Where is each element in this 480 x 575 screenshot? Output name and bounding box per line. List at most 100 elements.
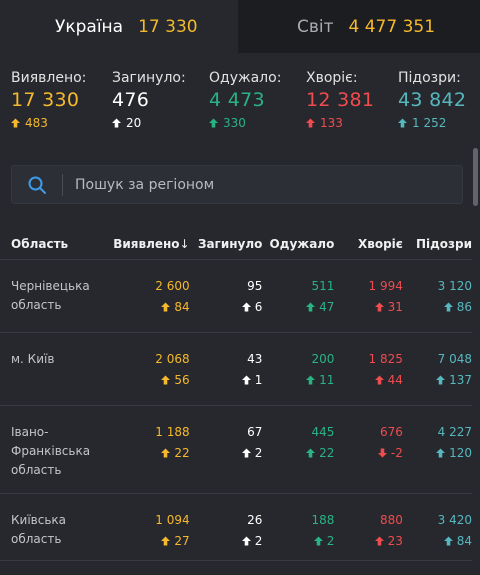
cell-suspected-delta-value: 86 xyxy=(456,300,472,314)
cell-died-value: 43 xyxy=(247,352,263,366)
cell-suspected-value: 7 048 xyxy=(437,352,472,366)
cell-recovered-delta: 11 xyxy=(262,372,334,388)
table-row[interactable]: Чернівецька область 2 600 84 95 6 511 47 1 994 3… xyxy=(0,260,472,333)
cell-died-delta-value: 1 xyxy=(254,373,263,387)
cell-suspected: 7 048 137 xyxy=(403,333,472,406)
arrow-up-icon xyxy=(209,118,218,128)
header-detected[interactable]: Виявлено↓ xyxy=(104,228,189,260)
cell-detected-delta-value: 84 xyxy=(174,300,190,314)
cell-suspected-delta: 84 xyxy=(403,533,472,549)
stat-suspected: Підозри: 43 842 1 252 xyxy=(398,70,473,149)
arrow-up-icon xyxy=(241,448,251,458)
header-died[interactable]: Загинуло xyxy=(190,228,262,260)
cell-sick-delta: -2 xyxy=(334,445,403,461)
arrow-up-icon xyxy=(443,302,453,312)
cell-recovered-value: 200 xyxy=(311,352,335,366)
cell-sick-value: 1 994 xyxy=(368,279,403,293)
cell-recovered-value: 445 xyxy=(311,425,335,439)
cell-recovered: 200 11 xyxy=(262,333,334,406)
cell-died-delta-value: 2 xyxy=(254,534,263,548)
cell-suspected-delta: 120 xyxy=(403,445,472,461)
arrow-up-icon xyxy=(436,448,446,458)
cell-suspected-delta-value: 84 xyxy=(456,534,472,548)
cell-recovered: 511 47 xyxy=(262,260,334,333)
cell-suspected-delta: 86 xyxy=(403,299,472,315)
stat-died-delta-value: 20 xyxy=(126,116,142,130)
stat-detected-delta-value: 483 xyxy=(25,116,48,130)
cell-recovered-value: 188 xyxy=(311,513,335,527)
arrow-up-icon xyxy=(374,302,384,312)
divider xyxy=(0,149,480,165)
cell-detected-delta-value: 56 xyxy=(174,373,190,387)
arrow-up-icon xyxy=(313,536,323,546)
cell-suspected: 4 227 120 xyxy=(403,406,472,494)
stat-recovered-label: Одужало: xyxy=(209,70,282,86)
search-box xyxy=(11,165,463,204)
cell-died-value: 67 xyxy=(247,425,263,439)
cell-sick-value: 676 xyxy=(379,425,403,439)
cell-suspected-delta: 137 xyxy=(403,372,472,388)
cell-died-delta: 1 xyxy=(190,372,263,388)
table-row[interactable]: Івано-Франківська область 1 188 22 67 2 445 22… xyxy=(0,406,472,494)
cell-died-value: 26 xyxy=(247,513,263,527)
stat-recovered-delta: 330 xyxy=(209,116,306,130)
arrow-down-icon xyxy=(377,448,387,458)
cell-detected-value: 1 094 xyxy=(155,513,190,527)
table-header-row: Область Виявлено↓ Загинуло Одужало Хворі… xyxy=(0,228,472,260)
row-region: м. Київ xyxy=(11,352,55,366)
tab-ukraine-count: 17 330 xyxy=(138,16,198,37)
cell-detected-delta-value: 22 xyxy=(174,446,190,460)
arrow-up-icon xyxy=(436,375,446,385)
arrow-up-icon xyxy=(374,375,384,385)
stat-sick: Хворіє: 12 381 133 xyxy=(306,70,398,149)
tab-ukraine[interactable]: Україна 17 330 xyxy=(0,0,238,53)
search-input[interactable] xyxy=(63,175,462,194)
cell-detected-delta-value: 27 xyxy=(174,534,190,548)
cell-recovered-value: 511 xyxy=(311,279,335,293)
cell-died-delta: 2 xyxy=(190,533,263,549)
stat-detected: Виявлено: 17 330 483 xyxy=(11,70,112,149)
search-icon[interactable] xyxy=(12,173,63,196)
cell-detected: 1 188 22 xyxy=(104,406,190,494)
cell-sick-delta-value: -2 xyxy=(390,446,403,460)
cell-recovered: 188 2 xyxy=(262,494,334,561)
stat-suspected-delta: 1 252 xyxy=(398,116,473,130)
cell-sick-delta-value: 44 xyxy=(387,373,403,387)
header-recovered[interactable]: Одужало xyxy=(262,228,335,260)
arrow-up-icon xyxy=(306,448,316,458)
header-detected-label: Виявлено xyxy=(113,236,180,251)
arrow-up-icon xyxy=(306,118,315,128)
scrollbar-thumb[interactable] xyxy=(473,148,478,206)
stat-recovered: Одужало: 4 473 330 xyxy=(209,70,306,149)
cell-sick-delta: 31 xyxy=(334,299,403,315)
stat-sick-value: 12 381 xyxy=(306,89,375,111)
table-row[interactable]: Київська область 1 094 27 26 2 188 2 880 23 3 420… xyxy=(0,494,472,561)
cell-detected: 2 600 84 xyxy=(104,260,190,333)
header-suspected[interactable]: Підозри xyxy=(403,228,472,260)
cell-recovered-delta: 22 xyxy=(262,445,334,461)
arrow-up-icon xyxy=(398,118,407,128)
cell-died: 95 6 xyxy=(190,260,262,333)
regions-table: Область Виявлено↓ Загинуло Одужало Хворі… xyxy=(0,228,472,561)
cell-recovered: 445 22 xyxy=(262,406,334,494)
stat-sick-label: Хворіє: xyxy=(306,70,358,86)
cell-died-delta-value: 2 xyxy=(254,446,263,460)
arrow-up-icon xyxy=(161,448,171,458)
stat-recovered-delta-value: 330 xyxy=(223,116,246,130)
cell-detected: 2 068 56 xyxy=(104,333,190,406)
cell-recovered-delta-value: 2 xyxy=(326,534,335,548)
tab-world[interactable]: Світ 4 477 351 xyxy=(238,0,480,53)
cell-died-delta: 6 xyxy=(190,299,262,315)
cell-detected-delta: 84 xyxy=(104,299,190,315)
cell-suspected: 3 120 86 xyxy=(403,260,472,333)
cell-detected-delta: 56 xyxy=(104,372,190,388)
arrow-up-icon xyxy=(241,536,251,546)
table-row[interactable]: м. Київ 2 068 56 43 1 200 11 1 825 44 7 048 137 xyxy=(0,333,472,406)
header-region[interactable]: Область xyxy=(0,228,104,260)
row-region: Київська область xyxy=(11,513,66,546)
stat-suspected-value: 43 842 xyxy=(398,89,467,111)
cell-suspected-value: 3 420 xyxy=(437,513,472,527)
header-sick[interactable]: Хворіє xyxy=(334,228,403,260)
stat-suspected-label: Підозри: xyxy=(398,70,461,86)
cell-sick-value: 1 825 xyxy=(368,352,403,366)
